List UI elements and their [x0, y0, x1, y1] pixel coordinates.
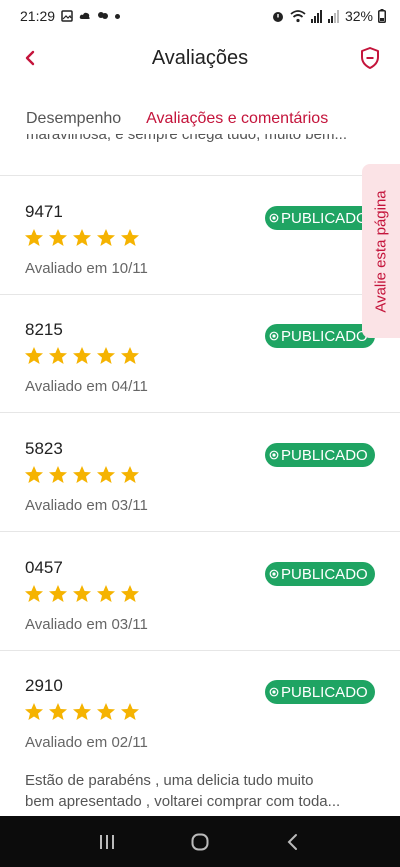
- status-label: PUBLICADO: [281, 209, 368, 227]
- previous-comment-fragment: maravilhosa, e sempre chega tudo, muito …: [26, 134, 347, 143]
- star-icon: [121, 229, 139, 246]
- signal-icon: [310, 10, 322, 23]
- back-nav-button[interactable]: [273, 827, 313, 857]
- star-icon: [97, 466, 115, 483]
- status-badge: PUBLICADO: [265, 562, 375, 586]
- star-icon: [49, 347, 67, 364]
- order-id: 9471: [25, 202, 63, 221]
- status-label: PUBLICADO: [281, 565, 368, 583]
- star-icon: [49, 466, 67, 483]
- tab-bar: Desempenho Avaliações e comentários: [0, 104, 400, 138]
- tab-desempenho[interactable]: Desempenho: [26, 104, 121, 138]
- recent-apps-button[interactable]: [87, 827, 127, 857]
- review-date: Avaliado em 02/11: [25, 734, 148, 751]
- tab-avaliacoes-comentarios[interactable]: Avaliações e comentários: [146, 104, 328, 138]
- star-icon: [121, 466, 139, 483]
- order-id: 0457: [25, 558, 63, 577]
- star-icon: [97, 703, 115, 720]
- star-icon: [73, 347, 91, 364]
- gallery-icon: [61, 10, 73, 22]
- chevron-left-icon: [25, 50, 35, 66]
- published-dot-icon: [269, 331, 279, 341]
- star-rating: [24, 346, 140, 366]
- review-date: Avaliado em 10/11: [25, 260, 148, 277]
- back-arrow-icon: [287, 833, 298, 850]
- app-header: Avaliações: [0, 34, 400, 82]
- status-badge: PUBLICADO: [265, 206, 375, 230]
- shield-icon: [361, 47, 379, 69]
- star-icon: [49, 585, 67, 602]
- star-icon: [25, 585, 43, 602]
- star-icon: [49, 703, 67, 720]
- star-icon: [73, 229, 91, 246]
- divider: [0, 650, 400, 651]
- comment-line: bem apresentado , voltarei comprar com t…: [25, 793, 341, 810]
- battery-icon: [378, 9, 386, 23]
- status-time: 21:29: [20, 8, 56, 24]
- status-label: PUBLICADO: [281, 446, 368, 464]
- status-label: PUBLICADO: [281, 327, 368, 345]
- status-bar: 21:29 32%: [0, 0, 400, 32]
- star-icon: [25, 466, 43, 483]
- comment-line: Estão de parabéns , uma delicia tudo mui…: [25, 772, 314, 789]
- divider: [0, 531, 400, 532]
- star-icon: [73, 703, 91, 720]
- star-icon: [121, 347, 139, 364]
- star-rating: [24, 228, 140, 248]
- divider: [0, 175, 400, 176]
- order-id: 5823: [25, 439, 63, 458]
- star-icon: [121, 703, 139, 720]
- published-dot-icon: [269, 687, 279, 697]
- cloud-icon: [79, 12, 90, 19]
- shield-button[interactable]: [356, 44, 384, 72]
- status-badge: PUBLICADO: [265, 680, 375, 704]
- star-icon: [97, 585, 115, 602]
- star-icon: [73, 585, 91, 602]
- review-date: Avaliado em 03/11: [25, 616, 148, 633]
- star-icon: [25, 229, 43, 246]
- status-label: PUBLICADO: [281, 683, 368, 701]
- notification-dot-icon: [115, 13, 121, 19]
- review-date: Avaliado em 04/11: [25, 378, 148, 395]
- alarm-icon: [272, 12, 283, 22]
- home-button[interactable]: [180, 827, 220, 857]
- status-badge: PUBLICADO: [265, 324, 375, 348]
- star-icon: [73, 466, 91, 483]
- wifi-icon: [290, 10, 306, 23]
- back-button[interactable]: [16, 44, 44, 72]
- weather-icon: [98, 12, 109, 19]
- signal-2-icon: [327, 10, 339, 23]
- star-icon: [97, 347, 115, 364]
- star-icon: [25, 347, 43, 364]
- home-icon: [191, 833, 209, 850]
- system-nav-bar: [0, 816, 400, 867]
- star-icon: [25, 703, 43, 720]
- star-rating: [24, 702, 140, 722]
- published-dot-icon: [269, 569, 279, 579]
- rate-page-label: Avalie esta página: [372, 189, 390, 313]
- divider: [0, 412, 400, 413]
- page-title: Avaliações: [151, 46, 249, 69]
- review-comment: Estão de parabéns , uma delicia tudo mui…: [25, 770, 380, 812]
- star-rating: [24, 584, 140, 604]
- recent-apps-icon: [99, 834, 114, 849]
- published-dot-icon: [269, 213, 279, 223]
- review-date: Avaliado em 03/11: [25, 497, 148, 514]
- star-icon: [49, 229, 67, 246]
- star-icon: [97, 229, 115, 246]
- star-rating: [24, 465, 140, 485]
- rate-page-tab[interactable]: Avalie esta página: [362, 164, 400, 338]
- divider: [0, 294, 400, 295]
- status-badge: PUBLICADO: [265, 443, 375, 467]
- order-id: 2910: [25, 676, 63, 695]
- star-icon: [121, 585, 139, 602]
- published-dot-icon: [269, 450, 279, 460]
- order-id: 8215: [25, 320, 63, 339]
- battery-level: 32%: [344, 8, 373, 24]
- reviews-list[interactable]: maravilhosa, e sempre chega tudo, muito …: [0, 134, 400, 816]
